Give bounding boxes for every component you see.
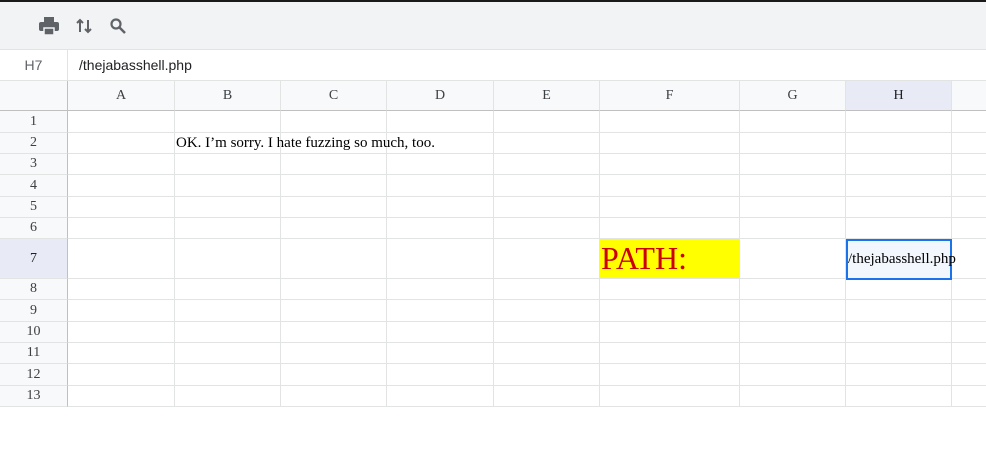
toolbar bbox=[0, 2, 986, 49]
row-header-10[interactable]: 10 bbox=[0, 322, 68, 343]
grid-line bbox=[68, 217, 986, 218]
row-header-8[interactable]: 8 bbox=[0, 279, 68, 300]
search-button[interactable] bbox=[106, 14, 130, 38]
search-icon bbox=[110, 18, 126, 34]
row-header-5[interactable]: 5 bbox=[0, 197, 68, 218]
grid-line bbox=[68, 406, 986, 407]
row-header-3[interactable]: 3 bbox=[0, 154, 68, 175]
column-header-a[interactable]: A bbox=[68, 81, 175, 111]
sort-icon bbox=[76, 18, 92, 34]
sort-button[interactable] bbox=[72, 14, 96, 38]
cell-f7-label: PATH: bbox=[601, 240, 687, 276]
grid-line bbox=[68, 385, 986, 386]
column-header-overflow bbox=[952, 81, 986, 111]
grid-line bbox=[68, 363, 986, 364]
column-header-c[interactable]: C bbox=[281, 81, 387, 111]
cell-b2[interactable]: OK. I’m sorry. I hate fuzzing so much, t… bbox=[176, 133, 435, 154]
row-header-1[interactable]: 1 bbox=[0, 111, 68, 133]
print-button[interactable] bbox=[37, 14, 61, 38]
cell-h7-value: /thejabasshell.php bbox=[848, 251, 956, 267]
grid-line bbox=[68, 299, 986, 300]
grid-line bbox=[68, 196, 986, 197]
formula-input[interactable]: /thejabasshell.php bbox=[79, 50, 192, 80]
column-header-g[interactable]: G bbox=[740, 81, 846, 111]
select-all-corner[interactable] bbox=[0, 81, 68, 111]
row-header-2[interactable]: 2 bbox=[0, 133, 68, 154]
grid-line bbox=[68, 342, 986, 343]
row-header-11[interactable]: 11 bbox=[0, 343, 68, 364]
row-header-7[interactable]: 7 bbox=[0, 239, 68, 279]
row-header-6[interactable]: 6 bbox=[0, 218, 68, 239]
column-header-b[interactable]: B bbox=[175, 81, 281, 111]
formula-bar: H7 /thejabasshell.php bbox=[0, 49, 986, 81]
column-header-f[interactable]: F bbox=[600, 81, 740, 111]
row-header-12[interactable]: 12 bbox=[0, 364, 68, 386]
grid-line bbox=[68, 321, 986, 322]
name-box[interactable]: H7 bbox=[0, 50, 68, 80]
column-header-h[interactable]: H bbox=[846, 81, 952, 111]
row-header-4[interactable]: 4 bbox=[0, 175, 68, 197]
row-header-13[interactable]: 13 bbox=[0, 386, 68, 407]
column-header-d[interactable]: D bbox=[387, 81, 494, 111]
printer-icon bbox=[39, 17, 59, 36]
row-header-9[interactable]: 9 bbox=[0, 300, 68, 322]
column-header-e[interactable]: E bbox=[494, 81, 600, 111]
grid-line bbox=[68, 174, 986, 175]
